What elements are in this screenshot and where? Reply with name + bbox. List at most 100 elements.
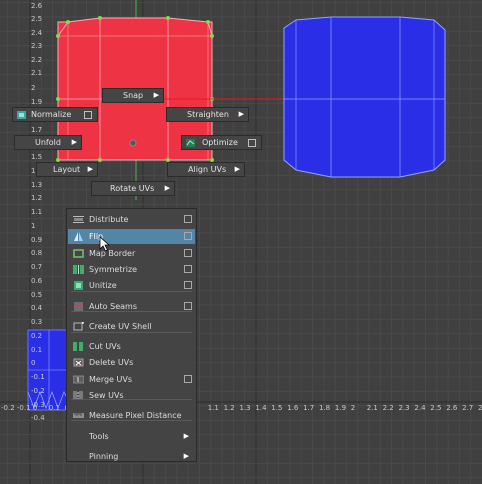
v-tick-label: 1.1 [31,208,43,217]
menu-separator [71,332,192,333]
v-tick-label: 0.8 [31,249,43,258]
unfold-label: Unfold [35,138,61,147]
u-tick-label: 1.2 [223,404,235,412]
v-tick-label: 2.1 [31,68,43,77]
v-tick-label: 2.5 [31,15,43,24]
snap-label: Snap [123,91,144,100]
straighten-button[interactable]: Straighten ▶ [166,107,249,122]
u-tick-label: 0.1 [48,404,60,412]
u-tick-label: 2.2 [382,404,394,412]
u-tick-label: 2.6 [446,404,458,412]
menu-item-label: Cut UVs [89,342,121,351]
u-tick-label: 0 [32,404,38,412]
merge-uvs-icon [73,375,84,384]
u-tick-label: 2.4 [414,404,426,412]
menu-item-delete-uvs[interactable]: Delete UVs [68,355,195,370]
delete-uvs-icon [73,358,84,367]
blue-uv-shell[interactable] [283,16,446,178]
uv-context-menu: Distribute Flip Map Border Symmetrize Unitiz… [66,208,197,462]
v-tick-label: 2.6 [31,2,43,10]
straighten-label: Straighten [187,110,229,119]
v-tick-label: 1 [31,221,36,230]
menu-item-merge-uvs[interactable]: Merge UVs [68,372,195,387]
create-uv-shell-icon [73,322,84,331]
partial-blue-uv-shells[interactable] [27,329,69,411]
distribute-option-box[interactable] [184,215,192,223]
flip-icon [74,232,83,241]
normalize-option-box[interactable] [84,111,92,119]
normalize-icon [17,111,26,119]
mouse-cursor-icon [99,236,111,252]
submenu-arrow-icon: ▶ [153,91,159,99]
align-uvs-button[interactable]: Align UVs ▶ [167,162,245,177]
menu-item-distribute[interactable]: Distribute [68,212,195,227]
u-tick-label: -0.1 [16,404,31,412]
v-tick-label: 1.3 [31,180,43,189]
submenu-arrow-icon: ▶ [234,165,240,173]
submenu-arrow-icon: ▶ [71,138,77,146]
rotate-uvs-button[interactable]: Rotate UVs ▶ [91,181,175,196]
u-tick-label: 1.5 [271,404,283,412]
u-tick-label: 2.3 [398,404,410,412]
u-tick-label: 2.5 [430,404,442,412]
merge-uvs-option-box[interactable] [184,375,192,383]
map-border-option-box[interactable] [184,249,192,257]
v-tick-label: 1.7 [31,125,43,134]
v-tick-label: 0.3 [31,318,43,327]
unfold-button[interactable]: Unfold ▶ [14,135,82,150]
rotate-uvs-label: Rotate UVs [110,184,155,193]
menu-item-symmetrize[interactable]: Symmetrize [68,262,195,277]
menu-item-cut-uvs[interactable]: Cut UVs [68,339,195,354]
optimize-button[interactable]: Optimize [181,135,262,150]
u-tick-label: 1.3 [239,404,251,412]
symmetrize-icon [73,265,84,274]
u-tick-label: 2.1 [366,404,378,412]
menu-item-pinning[interactable]: Pinning ▶ [68,449,195,464]
u-tick-label: 1.4 [255,404,267,412]
auto-seams-icon [74,302,83,311]
v-tick-label: 2.4 [31,28,43,37]
submenu-arrow-icon: ▶ [87,165,93,173]
v-tick-label: 1.2 [31,194,43,203]
u-tick-label: 2 [350,404,356,412]
flip-option-box[interactable] [184,232,192,240]
unitize-icon [74,281,83,290]
manipulator-center-icon[interactable] [129,139,137,147]
snap-button[interactable]: Snap ▶ [102,88,164,103]
menu-item-label: Distribute [89,215,129,224]
v-tick-label: 0.1 [31,345,43,354]
normalize-button[interactable]: Normalize [12,107,98,122]
uv-editor-viewport[interactable]: 2.62.52.42.32.22.121.91.81.71.61.51.41.3… [0,0,482,484]
unitize-option-box[interactable] [184,281,192,289]
menu-item-label: Delete UVs [89,358,134,367]
v-tick-label: 0.5 [31,290,43,299]
auto-seams-option-box[interactable] [184,302,192,310]
v-tick-label: 0.7 [31,263,43,272]
v-tick-label: 2.3 [31,42,43,51]
u-tick-label: 2 [478,404,482,412]
menu-separator [71,399,192,400]
symmetrize-option-box[interactable] [184,265,192,273]
u-tick-label: 1.9 [334,404,347,412]
submenu-arrow-icon: ▶ [183,432,189,440]
menu-separator [71,420,192,421]
menu-separator [71,311,192,312]
layout-button[interactable]: Layout ▶ [36,162,98,177]
menu-item-tools[interactable]: Tools ▶ [68,429,195,444]
v-tick-label: 1.9 [31,98,43,107]
v-tick-label: 0.2 [31,331,43,340]
optimize-icon [186,139,195,147]
menu-item-sew-uvs[interactable]: Sew UVs [68,388,195,403]
menu-separator [71,291,192,292]
menu-item-flip[interactable]: Flip [68,229,195,244]
optimize-option-box[interactable] [248,139,256,147]
menu-item-label: Pinning [89,452,119,461]
menu-item-label: Sew UVs [89,391,124,400]
submenu-arrow-icon: ▶ [238,110,244,118]
menu-item-map-border[interactable]: Map Border [68,246,195,261]
menu-item-label: Merge UVs [89,375,133,384]
v-tick-label: 0.4 [31,304,43,313]
u-tick-label: 1.6 [287,404,299,412]
optimize-label: Optimize [202,138,238,147]
u-tick-label: 1.7 [303,404,315,412]
